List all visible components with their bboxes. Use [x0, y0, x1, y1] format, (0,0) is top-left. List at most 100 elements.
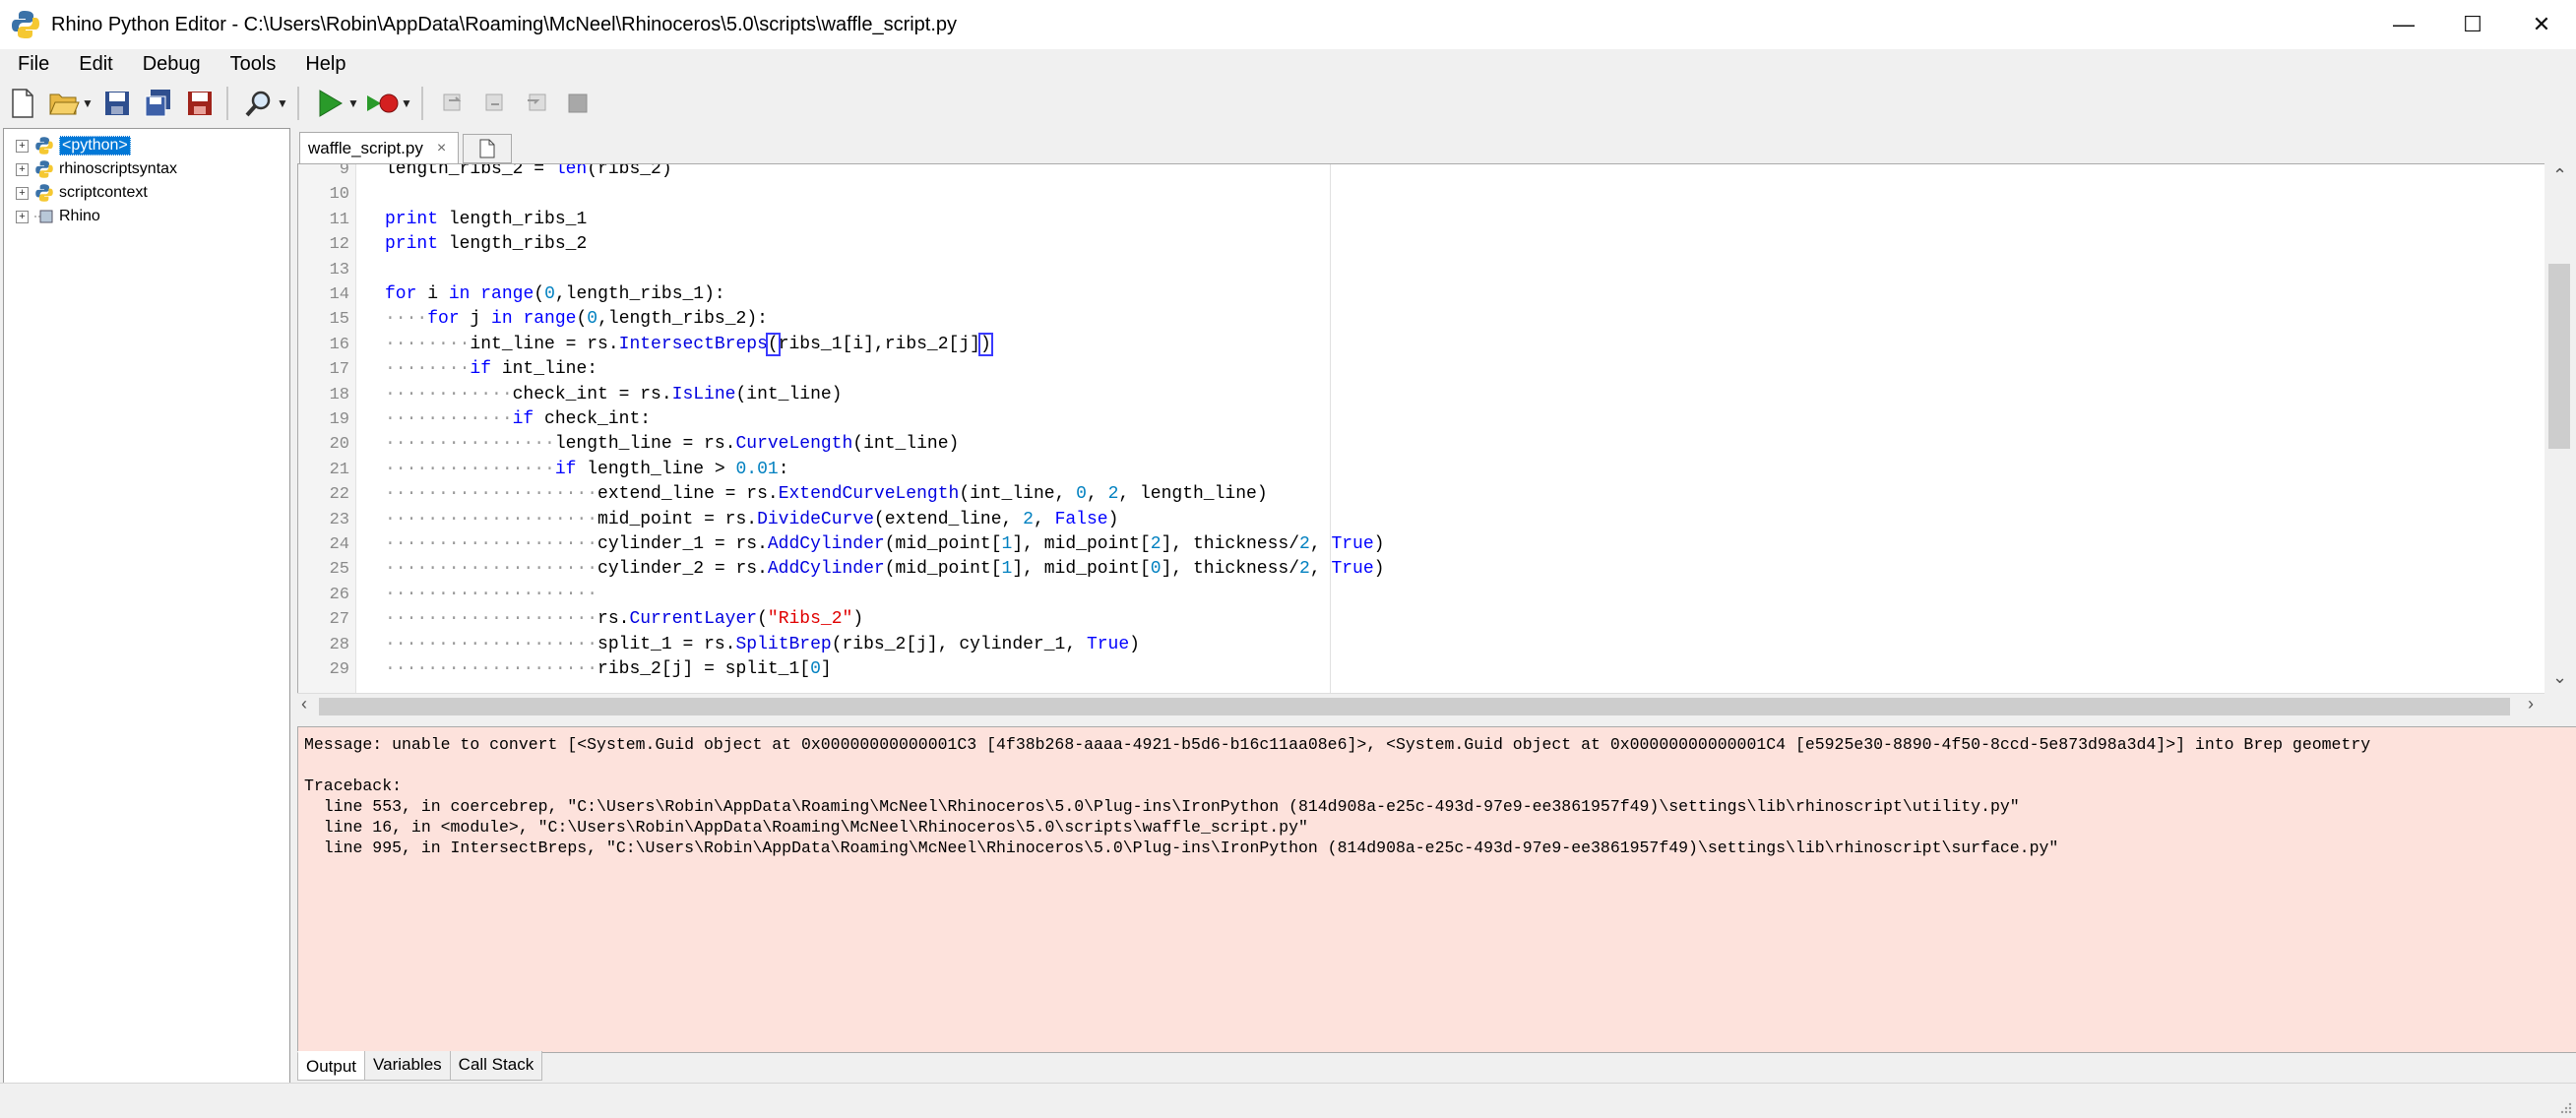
line-number: 9	[339, 163, 349, 179]
menu-bar: File Edit Debug Tools Help	[0, 49, 2576, 79]
tree-item-scriptcontext[interactable]: + scriptcontext	[4, 181, 289, 205]
expand-icon[interactable]: +	[16, 186, 29, 200]
line-number: 28	[329, 635, 349, 654]
code-text: ················length_line = rs.CurveLe…	[385, 434, 960, 455]
menu-edit[interactable]: Edit	[67, 53, 124, 76]
toolbar: ▼ ▼ ▼ ▼	[0, 81, 2576, 126]
column-guide	[1330, 164, 1331, 694]
line-number: 12	[329, 235, 349, 255]
code-text: print length_ribs_2	[385, 234, 588, 255]
line-number: 21	[329, 460, 349, 479]
line-number: 13	[329, 260, 349, 280]
code-text: ····················split_1 = rs.SplitBr…	[385, 634, 1140, 654]
save-all-icon[interactable]	[140, 85, 177, 122]
maximize-button[interactable]: ☐	[2438, 0, 2507, 49]
resize-grip-icon[interactable]	[2558, 1100, 2572, 1114]
scroll-left-icon[interactable]: ‹	[301, 694, 307, 714]
code-text: ····················	[385, 584, 598, 604]
python-icon	[35, 137, 53, 155]
line-number: 10	[329, 185, 349, 205]
save-icon[interactable]	[98, 85, 136, 122]
open-dropdown-icon[interactable]: ▼	[81, 96, 94, 110]
tab-variables[interactable]: Variables	[364, 1051, 451, 1081]
expand-icon[interactable]: +	[16, 139, 29, 153]
find-dropdown-icon[interactable]: ▼	[276, 96, 289, 110]
traceback-line: line 995, in IntersectBreps, "C:\Users\R…	[304, 838, 2059, 857]
tree-item-python[interactable]: + <python>	[4, 134, 289, 157]
run-dropdown-icon[interactable]: ▼	[346, 96, 360, 110]
line-number: 16	[329, 335, 349, 354]
code-text: ········if int_line:	[385, 359, 598, 380]
find-icon[interactable]	[240, 85, 278, 122]
scroll-up-icon[interactable]: ⌃	[2552, 165, 2567, 186]
code-text: ············check_int = rs.IsLine(int_li…	[385, 384, 843, 404]
toolbar-separator	[421, 87, 423, 120]
editor-horizontal-scrollbar[interactable]: ‹ ›	[297, 693, 2545, 719]
code-text: ····················cylinder_2 = rs.AddC…	[385, 559, 1385, 580]
line-number: 23	[329, 510, 349, 529]
new-tab-button[interactable]	[463, 134, 512, 163]
tab-output[interactable]: Output	[297, 1051, 366, 1081]
code-text: ········int_line = rs.IntersectBreps(rib…	[385, 332, 993, 356]
line-number: 17	[329, 360, 349, 380]
traceback-header: Traceback:	[304, 776, 403, 795]
code-text: length_ribs_2 = len(ribs_2)	[385, 163, 672, 179]
line-number: 29	[329, 660, 349, 679]
tree-item-rhino[interactable]: + Rhino	[4, 205, 289, 228]
error-message: Message: unable to convert [<System.Guid…	[304, 735, 2371, 754]
code-editor[interactable]: 9 length_ribs_2 = len(ribs_2) 10 11 print le…	[297, 163, 2546, 695]
line-number: 25	[329, 560, 349, 580]
debug-dropdown-icon[interactable]: ▼	[400, 96, 413, 110]
code-text: ············if check_int:	[385, 409, 652, 429]
debug-icon[interactable]	[364, 85, 402, 122]
line-number: 26	[329, 585, 349, 604]
menu-file[interactable]: File	[6, 53, 61, 76]
new-file-icon[interactable]	[4, 85, 41, 122]
code-text: ····················cylinder_1 = rs.AddC…	[385, 534, 1385, 554]
line-number: 15	[329, 310, 349, 330]
expand-icon[interactable]: +	[16, 210, 29, 223]
tab-close-icon[interactable]: ×	[437, 140, 446, 157]
scroll-thumb[interactable]	[2548, 264, 2570, 449]
scroll-down-icon[interactable]: ⌄	[2552, 667, 2567, 688]
line-number: 18	[329, 385, 349, 404]
menu-help[interactable]: Help	[293, 53, 357, 76]
open-file-icon[interactable]	[45, 85, 83, 122]
bottom-panel-tabs: Output Variables Call Stack	[297, 1051, 543, 1081]
scroll-right-icon[interactable]: ›	[2528, 694, 2534, 714]
code-text: ····················mid_point = rs.Divid…	[385, 509, 1119, 529]
line-number: 14	[329, 285, 349, 304]
editor-tabs: waffle_script.py ×	[295, 128, 2576, 163]
namespace-icon	[34, 210, 53, 223]
expand-icon[interactable]: +	[16, 162, 29, 176]
new-document-icon	[479, 139, 495, 158]
step-out-icon	[518, 85, 555, 122]
traceback-line: line 553, in coercebrep, "C:\Users\Robin…	[304, 797, 2020, 816]
window-title: Rhino Python Editor - C:\Users\Robin\App…	[51, 13, 958, 35]
step-over-icon	[476, 85, 514, 122]
minimize-button[interactable]: —	[2369, 0, 2438, 49]
tab-label: waffle_script.py	[308, 138, 423, 157]
line-number: 22	[329, 485, 349, 505]
editor-vertical-scrollbar[interactable]: ⌃ ⌄	[2545, 163, 2574, 695]
tab-call-stack[interactable]: Call Stack	[449, 1051, 543, 1081]
code-text: print length_ribs_1	[385, 209, 588, 229]
close-button[interactable]: ✕	[2507, 0, 2576, 49]
tree-label: Rhino	[59, 208, 100, 224]
tree-item-rhinoscriptsyntax[interactable]: + rhinoscriptsyntax	[4, 157, 289, 181]
scroll-thumb[interactable]	[319, 698, 2510, 715]
title-bar: Rhino Python Editor - C:\Users\Robin\App…	[0, 0, 2576, 49]
step-into-icon	[435, 85, 472, 122]
tab-waffle-script[interactable]: waffle_script.py ×	[299, 132, 459, 163]
line-number: 19	[329, 410, 349, 429]
menu-tools[interactable]: Tools	[219, 53, 288, 76]
python-icon	[35, 160, 53, 178]
run-icon[interactable]	[311, 85, 348, 122]
traceback-line: line 16, in <module>, "C:\Users\Robin\Ap…	[304, 818, 1308, 837]
status-bar	[0, 1083, 2576, 1118]
code-text: ····················rs.CurrentLayer("Rib…	[385, 609, 864, 630]
menu-debug[interactable]: Debug	[131, 53, 213, 76]
line-number: 27	[329, 610, 349, 630]
line-number: 20	[329, 435, 349, 455]
save-as-icon[interactable]	[181, 85, 219, 122]
